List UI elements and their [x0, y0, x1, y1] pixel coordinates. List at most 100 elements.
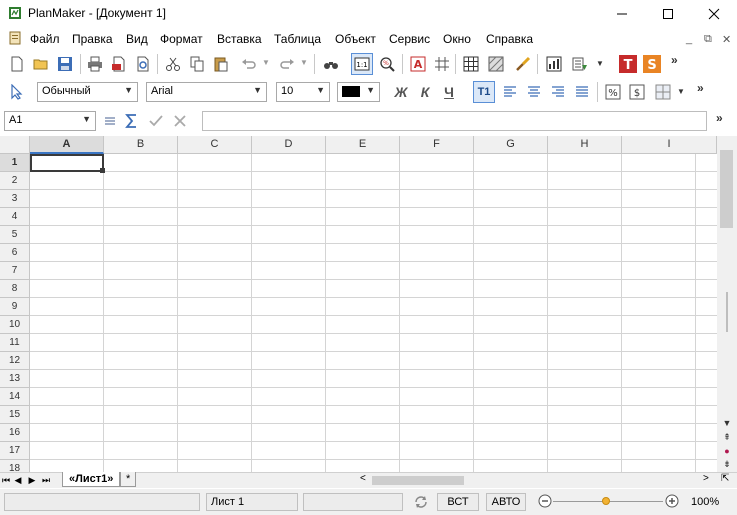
- new-button[interactable]: [6, 53, 28, 75]
- row-header[interactable]: 11: [0, 334, 30, 352]
- presentations-button[interactable]: S: [641, 53, 663, 75]
- sheet-tab[interactable]: «Лист1»: [62, 472, 121, 487]
- select-tool-button[interactable]: [6, 81, 28, 103]
- underline-button[interactable]: Ч: [438, 81, 460, 103]
- cell-area[interactable]: [30, 154, 717, 472]
- style-select[interactable]: Обычный ▼: [37, 82, 138, 102]
- toolbar-overflow-icon[interactable]: »: [716, 111, 723, 125]
- recalc-button[interactable]: [412, 493, 430, 514]
- zoom-out-button[interactable]: [538, 494, 552, 511]
- sort-dropdown-icon[interactable]: ▼: [596, 59, 604, 68]
- paste-button[interactable]: [210, 53, 232, 75]
- undo-dropdown-icon[interactable]: ▼: [262, 58, 270, 67]
- print-button[interactable]: [84, 53, 106, 75]
- document-icon[interactable]: [8, 31, 22, 45]
- gridlines-button[interactable]: [431, 53, 453, 75]
- menu-window[interactable]: Окно: [443, 32, 471, 46]
- italic-button[interactable]: К: [414, 81, 436, 103]
- print-preview-button[interactable]: [132, 53, 154, 75]
- auto-mode-indicator[interactable]: АВТО: [486, 493, 526, 511]
- row-header[interactable]: 6: [0, 244, 30, 262]
- mdi-restore-button[interactable]: ⧉: [704, 33, 712, 46]
- mdi-close-button[interactable]: ✕: [722, 33, 731, 46]
- menu-format[interactable]: Формат: [160, 32, 203, 46]
- zoom-100-button[interactable]: 1:1: [351, 53, 373, 75]
- column-header[interactable]: B: [104, 136, 178, 154]
- sort-button[interactable]: [569, 53, 591, 75]
- toolbar-overflow-icon[interactable]: »: [697, 81, 704, 95]
- cell-borders-button[interactable]: [652, 81, 674, 103]
- bold-button[interactable]: Ж: [390, 81, 412, 103]
- horizontal-scroll-thumb[interactable]: [372, 476, 464, 485]
- row-header[interactable]: 9: [0, 298, 30, 316]
- column-header[interactable]: H: [548, 136, 622, 154]
- row-header[interactable]: 4: [0, 208, 30, 226]
- borders-dropdown-icon[interactable]: ▼: [677, 87, 685, 96]
- column-header[interactable]: F: [400, 136, 474, 154]
- prev-page-icon[interactable]: ⇞: [719, 432, 735, 443]
- mdi-minimize-button[interactable]: _: [686, 33, 692, 45]
- zoom-percent-button[interactable]: %: [376, 53, 398, 75]
- row-header[interactable]: 16: [0, 424, 30, 442]
- insert-mode-indicator[interactable]: ВСТ: [437, 493, 479, 511]
- row-header[interactable]: 12: [0, 352, 30, 370]
- format-painter-button[interactable]: [512, 53, 534, 75]
- align-center-button[interactable]: [523, 81, 545, 103]
- menu-insert[interactable]: Вставка: [217, 32, 262, 46]
- horizontal-scrollbar[interactable]: < >: [358, 473, 718, 488]
- fill-handle[interactable]: [100, 168, 105, 173]
- justify-button[interactable]: [571, 81, 593, 103]
- prev-sheet-icon[interactable]: ◀: [12, 473, 24, 487]
- row-header[interactable]: 13: [0, 370, 30, 388]
- row-header[interactable]: 7: [0, 262, 30, 280]
- align-left-button[interactable]: [499, 81, 521, 103]
- undo-button[interactable]: [238, 53, 260, 75]
- vertical-scrollbar[interactable]: ▼ ⇞ ● ⇟: [717, 136, 737, 472]
- insert-textframe-button[interactable]: A: [407, 53, 429, 75]
- menu-help[interactable]: Справка: [486, 32, 533, 46]
- copy-button[interactable]: [186, 53, 208, 75]
- active-cell-a1[interactable]: [30, 154, 104, 172]
- font-size-select[interactable]: 10 ▼: [276, 82, 330, 102]
- maximize-button[interactable]: [645, 0, 691, 28]
- accept-formula-button[interactable]: [145, 110, 167, 132]
- redo-dropdown-icon[interactable]: ▼: [300, 58, 308, 67]
- row-header[interactable]: 18: [0, 460, 30, 472]
- row-header[interactable]: 8: [0, 280, 30, 298]
- spreadsheet-grid[interactable]: A B C D E F G H I 1 2 3 4 5 6 7 8 9 10 1…: [0, 136, 717, 472]
- find-button[interactable]: [320, 53, 342, 75]
- column-header[interactable]: C: [178, 136, 252, 154]
- currency-format-button[interactable]: $: [626, 81, 648, 103]
- cell-reference-box[interactable]: A1 ▼: [4, 111, 96, 131]
- formula-input[interactable]: [202, 111, 707, 131]
- autosum-button[interactable]: [121, 110, 143, 132]
- select-all-corner[interactable]: [0, 136, 30, 154]
- next-sheet-icon[interactable]: ▶: [26, 473, 38, 487]
- menu-object[interactable]: Объект: [335, 32, 376, 46]
- percent-format-button[interactable]: %: [602, 81, 624, 103]
- zoom-in-button[interactable]: [665, 494, 679, 511]
- scroll-right-icon[interactable]: >: [703, 473, 709, 484]
- text-tool-button[interactable]: T1: [473, 81, 495, 103]
- minimize-button[interactable]: [599, 0, 645, 28]
- row-header[interactable]: 2: [0, 172, 30, 190]
- redo-button[interactable]: [276, 53, 298, 75]
- chart-frame-button[interactable]: [543, 53, 565, 75]
- save-button[interactable]: [54, 53, 76, 75]
- column-header[interactable]: G: [474, 136, 548, 154]
- textmaker-button[interactable]: T: [617, 53, 639, 75]
- toolbar-overflow-icon[interactable]: »: [671, 53, 678, 67]
- font-color-select[interactable]: ▼: [337, 82, 380, 102]
- function-list-button[interactable]: [99, 110, 121, 132]
- split-marker[interactable]: [726, 292, 728, 332]
- row-header[interactable]: 5: [0, 226, 30, 244]
- menu-file[interactable]: Файл: [30, 32, 60, 46]
- shading-button[interactable]: [485, 53, 507, 75]
- menu-table[interactable]: Таблица: [274, 32, 321, 46]
- row-header[interactable]: 15: [0, 406, 30, 424]
- row-header[interactable]: 1: [0, 154, 30, 172]
- menu-edit[interactable]: Правка: [72, 32, 113, 46]
- column-header[interactable]: E: [326, 136, 400, 154]
- open-button[interactable]: [30, 53, 52, 75]
- add-sheet-tab[interactable]: *: [120, 472, 137, 487]
